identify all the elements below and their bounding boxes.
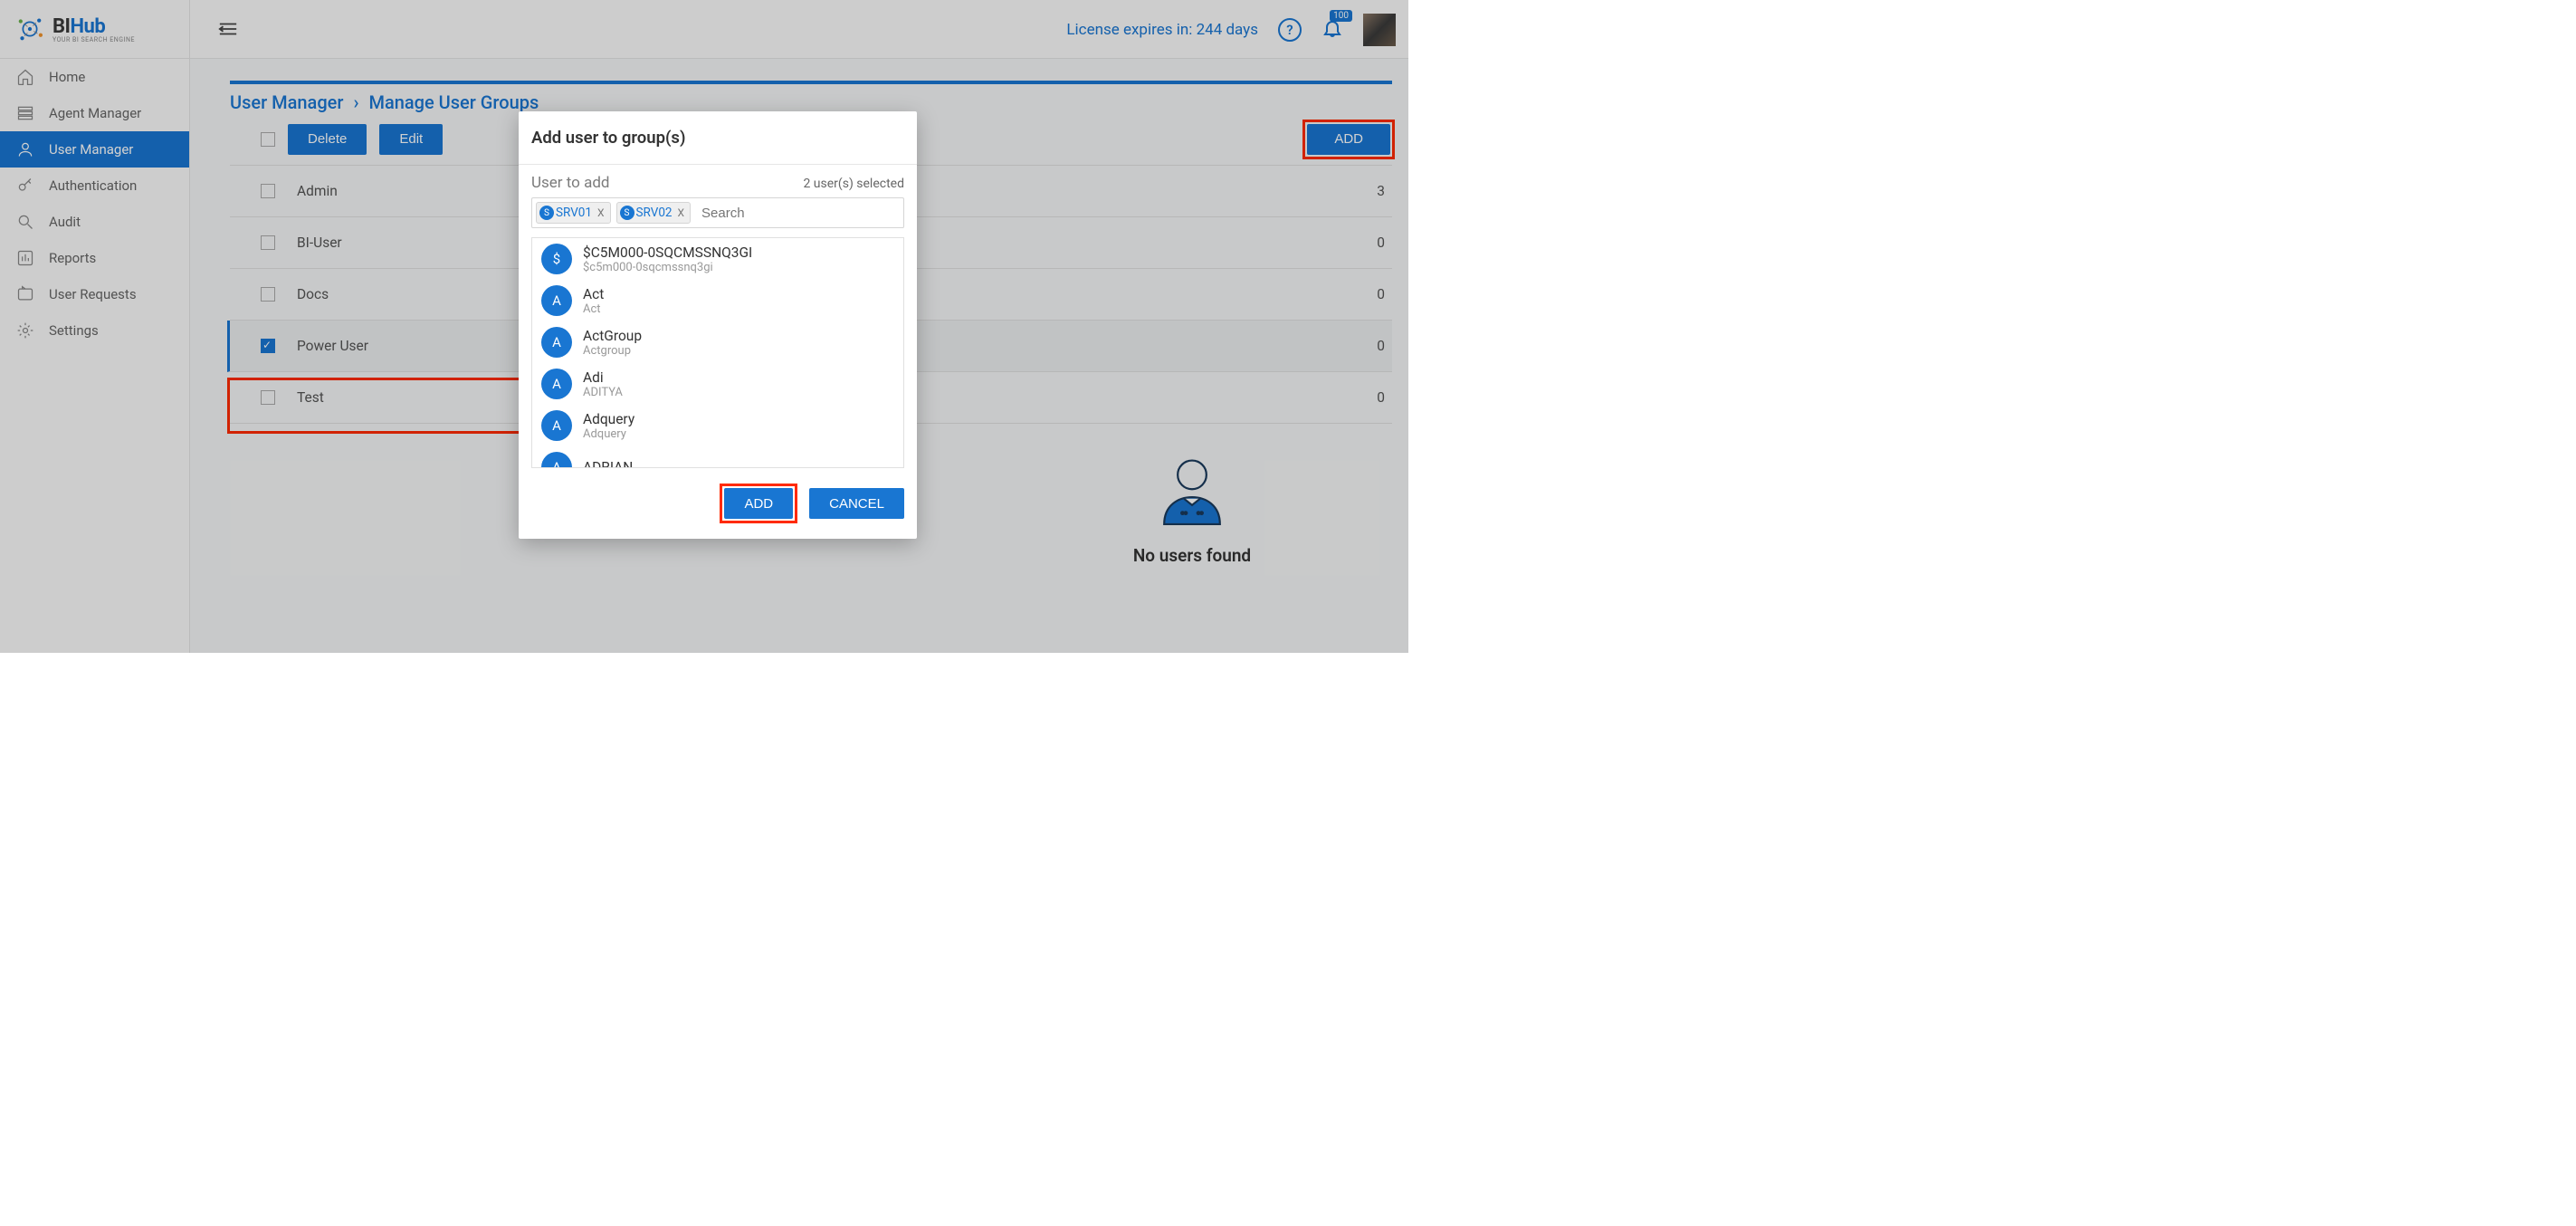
user-subtext: Actgroup <box>583 344 642 358</box>
empty-state-text: No users found <box>1133 545 1251 566</box>
logo-text-2: Hub <box>70 15 105 38</box>
user-avatar-icon: A <box>541 285 572 316</box>
license-expiry-text: License expires in: 244 days <box>1066 21 1258 39</box>
inbox-icon <box>16 285 34 303</box>
user-chip: S SRV02 X <box>616 202 692 224</box>
user-search-input[interactable] <box>696 204 900 223</box>
sidebar-collapse-button[interactable] <box>215 16 241 42</box>
user-avatar-icon: A <box>541 410 572 441</box>
sidebar-item-label: Agent Manager <box>49 105 141 121</box>
sidebar-item-label: Authentication <box>49 177 137 194</box>
delete-button[interactable]: Delete <box>288 124 367 155</box>
user-avatar[interactable] <box>1363 14 1396 46</box>
chip-badge: S <box>539 206 554 220</box>
user-subtext: $c5m000-0sqcmssnq3gi <box>583 261 752 274</box>
group-checkbox[interactable] <box>261 339 275 353</box>
user-list-item[interactable]: A ActAct <box>532 280 903 321</box>
user-chip: S SRV01 X <box>536 202 611 224</box>
chart-icon <box>16 249 34 267</box>
sidebar-item-label: User Requests <box>49 286 137 302</box>
user-placeholder-icon <box>1152 451 1232 531</box>
user-icon <box>16 140 34 158</box>
user-name: Adquery <box>583 411 634 427</box>
sidebar-item-user-manager[interactable]: User Manager <box>0 131 189 168</box>
add-user-modal: Add user to group(s) User to add 2 user(… <box>519 111 917 539</box>
sidebar: Home Agent Manager User Manager Authenti… <box>0 59 190 653</box>
sidebar-item-label: Home <box>49 69 85 85</box>
group-checkbox[interactable] <box>261 235 275 250</box>
user-list-item[interactable]: A ActGroupActgroup <box>532 321 903 363</box>
user-name: ActGroup <box>583 328 642 344</box>
logo[interactable]: BIHub YOUR BI SEARCH ENGINE <box>0 0 190 59</box>
help-button[interactable]: ? <box>1278 18 1302 42</box>
user-avatar-icon: A <box>541 369 572 399</box>
notifications-count-badge: 100 <box>1330 10 1352 22</box>
sidebar-item-label: User Manager <box>49 141 133 158</box>
breadcrumb-root[interactable]: User Manager <box>230 91 343 113</box>
select-all-checkbox[interactable] <box>261 132 275 147</box>
chip-label: SRV02 <box>636 206 673 220</box>
chip-label: SRV01 <box>556 206 592 220</box>
empty-state: No users found <box>992 451 1392 566</box>
modal-cancel-button[interactable]: CANCEL <box>809 488 904 519</box>
user-list-item[interactable]: A ADRIAN <box>532 446 903 468</box>
sidebar-item-home[interactable]: Home <box>0 59 189 95</box>
user-list-item[interactable]: A AdiADITYA <box>532 363 903 405</box>
user-list-item[interactable]: A AdqueryAdquery <box>532 405 903 446</box>
sidebar-item-label: Audit <box>49 214 81 230</box>
logo-mark-icon <box>14 14 45 44</box>
user-avatar-icon: A <box>541 327 572 358</box>
user-avatar-icon: A <box>541 452 572 468</box>
group-checkbox[interactable] <box>261 390 275 405</box>
sidebar-item-authentication[interactable]: Authentication <box>0 168 189 204</box>
topbar: BIHub YOUR BI SEARCH ENGINE License expi… <box>0 0 1408 59</box>
user-name: $C5M000-0SQCMSSNQ3GI <box>583 244 752 261</box>
modal-add-button[interactable]: ADD <box>724 488 793 519</box>
breadcrumb: User Manager › Manage User Groups <box>230 91 1392 113</box>
logo-tagline: YOUR BI SEARCH ENGINE <box>52 36 135 43</box>
chip-remove-button[interactable]: X <box>597 206 605 219</box>
user-subtext: Act <box>583 302 604 316</box>
breadcrumb-leaf[interactable]: Manage User Groups <box>368 91 539 113</box>
user-name: ADRIAN <box>583 459 633 468</box>
sidebar-item-audit[interactable]: Audit <box>0 204 189 240</box>
edit-button[interactable]: Edit <box>379 124 443 155</box>
chip-badge: S <box>620 206 634 220</box>
user-list-item[interactable]: $ $C5M000-0SQCMSSNQ3GI$c5m000-0sqcmssnq3… <box>532 238 903 280</box>
sidebar-item-label: Settings <box>49 322 99 339</box>
modal-title: Add user to group(s) <box>519 111 917 165</box>
key-icon <box>16 177 34 195</box>
group-checkbox[interactable] <box>261 184 275 198</box>
chevron-right-icon: › <box>353 91 358 113</box>
menu-collapse-icon <box>218 21 238 37</box>
notifications-button[interactable]: 100 <box>1321 17 1343 43</box>
page-accent-bar <box>230 81 1392 84</box>
sidebar-item-settings[interactable]: Settings <box>0 312 189 349</box>
group-detail-panel: No users found <box>992 179 1392 653</box>
search-icon <box>16 213 34 231</box>
gear-icon <box>16 321 34 340</box>
sidebar-item-agent-manager[interactable]: Agent Manager <box>0 95 189 131</box>
agent-icon <box>16 104 34 122</box>
sidebar-item-label: Reports <box>49 250 96 266</box>
user-subtext: Adquery <box>583 427 634 441</box>
user-avatar-icon: $ <box>541 244 572 274</box>
modal-selected-count: 2 user(s) selected <box>803 177 904 191</box>
sidebar-item-user-requests[interactable]: User Requests <box>0 276 189 312</box>
chip-remove-button[interactable]: X <box>678 206 685 219</box>
user-name: Act <box>583 286 604 302</box>
help-icon: ? <box>1286 22 1293 38</box>
user-subtext: ADITYA <box>583 386 623 399</box>
user-name: Adi <box>583 369 623 386</box>
logo-text-1: BI <box>52 15 70 38</box>
add-button[interactable]: ADD <box>1307 124 1390 155</box>
user-suggestion-list[interactable]: $ $C5M000-0SQCMSSNQ3GI$c5m000-0sqcmssnq3… <box>531 237 904 468</box>
user-chip-input[interactable]: S SRV01 X S SRV02 X <box>531 197 904 228</box>
modal-field-label: User to add <box>531 174 610 192</box>
sidebar-item-reports[interactable]: Reports <box>0 240 189 276</box>
group-checkbox[interactable] <box>261 287 275 302</box>
home-icon <box>16 68 34 86</box>
